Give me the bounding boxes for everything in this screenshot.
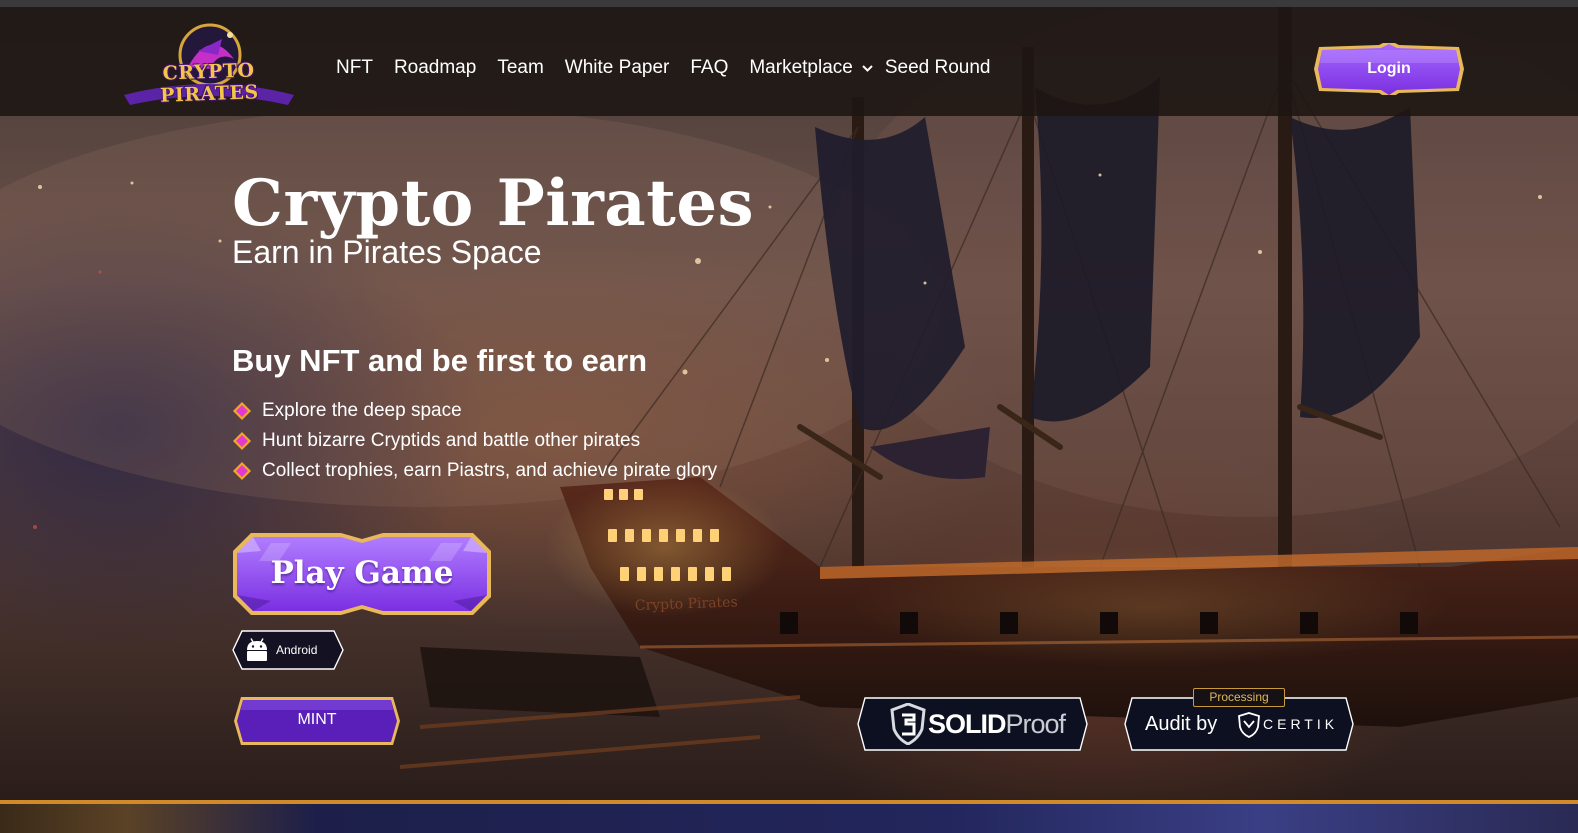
hero-subtitle: Earn in Pirates Space: [232, 234, 542, 270]
diamond-icon: [233, 432, 251, 450]
login-button[interactable]: Login: [1313, 43, 1465, 95]
android-label: Android: [276, 643, 318, 657]
chevron-down-icon[interactable]: [862, 61, 873, 75]
nav-item-nft[interactable]: NFT: [336, 57, 373, 79]
feature-list: Explore the deep space Hunt bizarre Cryp…: [232, 396, 717, 486]
diamond-icon: [233, 402, 251, 420]
mint-label: MINT: [297, 711, 337, 728]
main-nav: NFT Roadmap Team White Paper FAQ Marketp…: [336, 55, 1012, 81]
nav-item-white-paper[interactable]: White Paper: [565, 57, 670, 79]
android-download-button[interactable]: Android: [232, 630, 344, 670]
nav-item-team[interactable]: Team: [497, 57, 543, 79]
nav-item-faq[interactable]: FAQ: [690, 57, 728, 79]
logo-wordmark: CRYPTO PIRATES: [159, 59, 259, 107]
nav-item-roadmap[interactable]: Roadmap: [394, 57, 476, 79]
top-navbar: CRYPTO PIRATES NFT Roadmap Team White Pa…: [0, 7, 1578, 116]
mint-button[interactable]: MINT: [233, 696, 401, 746]
browser-top-strip: [0, 0, 1578, 7]
feature-item: Explore the deep space: [232, 396, 717, 426]
solidproof-wordmark: SOLIDProof: [928, 709, 1066, 739]
nav-item-marketplace[interactable]: Marketplace: [749, 57, 873, 79]
login-button-label: Login: [1367, 60, 1411, 77]
solidproof-badge[interactable]: SOLIDProof: [857, 697, 1088, 751]
play-game-label: Play Game: [270, 555, 454, 591]
play-game-button[interactable]: Play Game: [231, 531, 493, 617]
feature-item: Collect trophies, earn Piastrs, and achi…: [232, 456, 717, 486]
hero-headline: Buy NFT and be first to earn: [232, 343, 648, 378]
certik-shield-icon: [1238, 712, 1260, 738]
feature-text: Hunt bizarre Cryptids and battle other p…: [262, 430, 641, 451]
nav-item-marketplace-label: Marketplace: [749, 57, 853, 78]
shield-icon: [890, 703, 926, 745]
crypto-pirates-logo[interactable]: CRYPTO PIRATES: [118, 21, 300, 113]
diamond-icon: [233, 462, 251, 480]
android-icon: [247, 638, 267, 661]
hero-title: Crypto Pirates: [232, 166, 755, 241]
next-section-preview: [0, 804, 1578, 833]
certik-status-badge: Processing: [1193, 688, 1285, 707]
nav-item-seed-round[interactable]: Seed Round: [885, 57, 991, 79]
feature-text: Collect trophies, earn Piastrs, and achi…: [262, 460, 718, 481]
feature-text: Explore the deep space: [262, 400, 462, 421]
feature-item: Hunt bizarre Cryptids and battle other p…: [232, 426, 717, 456]
